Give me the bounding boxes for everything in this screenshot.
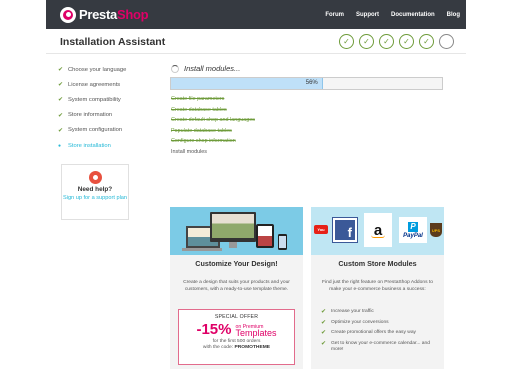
check-icon: ✔ <box>58 112 64 119</box>
task-item: Populate database tables <box>171 127 232 134</box>
step-done-icon: ✓ <box>419 34 434 49</box>
benefit-item: ✔ Create promotional offers the easy way <box>321 330 416 337</box>
support-plan-link[interactable]: Sign up for a support plan <box>62 195 128 202</box>
help-box: Need help? Sign up for a support plan <box>61 164 129 220</box>
task-item: Create file parameters <box>171 96 225 102</box>
benefit-item: ✔ Increase your traffic <box>321 309 374 315</box>
nav-blog-link[interactable]: Blog <box>447 12 460 18</box>
sidebar-item-language: ✔ Choose your language <box>58 66 127 74</box>
check-icon: ✔ <box>58 127 64 134</box>
check-icon: ✔ <box>321 341 327 348</box>
paypal-icon: P PayPal <box>399 217 427 243</box>
nav-documentation-link[interactable]: Documentation <box>391 12 435 18</box>
step-indicators: ✓ ✓ ✓ ✓ ✓ <box>339 34 454 49</box>
design-card-title: Customize Your Design! <box>195 259 278 268</box>
steps-sidebar: ✔ Choose your language ✔ License agreement… <box>58 62 168 153</box>
partners-banner: You f a P PayPal UPS <box>311 207 444 255</box>
benefits-list: ✔ Increase your traffic ✔ Optimize your co… <box>321 309 439 358</box>
lifebuoy-icon <box>88 171 102 184</box>
top-nav: Forum Support Documentation Blog <box>313 0 460 29</box>
spinner-icon <box>171 64 179 73</box>
bullet-icon: ● <box>58 142 62 149</box>
monitor-stand <box>229 242 237 248</box>
top-bar: PrestaShop Forum Support Documentation B… <box>0 0 512 29</box>
offer-target: on Premium Templates <box>235 323 277 338</box>
ups-icon: UPS <box>430 223 442 237</box>
sidebar-item-license: ✔ License agreements <box>58 81 121 89</box>
task-list: Create file parameters Create database t… <box>171 96 255 159</box>
check-icon: ✔ <box>321 319 327 326</box>
modules-card-text: Find just the right feature on PrestaSho… <box>322 280 433 292</box>
progress-fill: 56% <box>171 78 323 89</box>
task-item: Create default shop and languages <box>171 117 255 123</box>
task-item-current: Install modules <box>171 148 207 155</box>
check-icon: ✔ <box>58 67 64 74</box>
laptop-base <box>182 248 222 251</box>
prestashop-logo[interactable]: PrestaShop <box>60 6 149 23</box>
nav-support-link[interactable]: Support <box>356 12 379 18</box>
divider <box>46 53 466 54</box>
youtube-icon: You <box>314 225 328 234</box>
task-item: Create database tables <box>171 106 227 113</box>
promo-code: PROMOTHEME <box>234 345 271 351</box>
check-icon: ✔ <box>321 330 327 337</box>
devices-illustration <box>182 212 290 252</box>
offer-percent: -15% <box>196 321 232 338</box>
prestashop-logo-icon <box>60 6 76 23</box>
tablet-image <box>256 224 274 248</box>
step-done-icon: ✓ <box>339 34 354 49</box>
modules-promo-card: You f a P PayPal UPS Custom Store Modules… <box>311 207 444 369</box>
step-pending-icon <box>439 34 454 49</box>
offer-footer: for the first 500 orders with the code: … <box>202 339 271 351</box>
sidebar-item-system-config: ✔ System configuration <box>58 127 123 134</box>
amazon-icon: a <box>364 213 392 247</box>
check-icon: ✔ <box>58 97 64 104</box>
install-heading: Install modules... <box>171 64 240 73</box>
step-done-icon: ✓ <box>379 34 394 49</box>
sidebar-item-store-info: ✔ Store information <box>58 112 113 119</box>
modules-card-title: Custom Store Modules <box>338 259 417 268</box>
partner-logos: You f a P PayPal UPS <box>311 207 444 255</box>
help-title: Need help? <box>77 186 113 193</box>
logo-text: PrestaShop <box>79 7 149 22</box>
sidebar-item-store-installation: ● Store installation <box>58 142 111 149</box>
benefit-item: ✔ Get to know your e-commerce calendar...… <box>321 341 430 353</box>
step-done-icon: ✓ <box>359 34 374 49</box>
nav-forum-link[interactable]: Forum <box>325 12 344 18</box>
header: PrestaShop Forum Support Documentation B… <box>46 0 466 29</box>
step-done-icon: ✓ <box>399 34 414 49</box>
offer-main: -15% on Premium Templates <box>179 321 294 338</box>
progress-label: 56% <box>305 80 318 86</box>
design-card-text: Create a design that suits your products… <box>183 280 290 292</box>
devices-banner <box>170 207 303 255</box>
design-promo-card: Customize Your Design! Create a design t… <box>170 207 303 369</box>
progress-bar: 56% <box>170 77 443 90</box>
special-offer-box[interactable]: SPECIAL OFFER -15% on Premium Templates … <box>178 309 295 365</box>
check-icon: ✔ <box>321 309 327 315</box>
task-item: Configure shop information <box>171 138 236 144</box>
phone-image <box>278 234 287 250</box>
facebook-icon: f <box>332 217 358 243</box>
offer-heading: SPECIAL OFFER <box>214 314 259 320</box>
sidebar-item-compatibility: ✔ System compatibility <box>58 96 121 104</box>
benefit-item: ✔ Optimize your conversions <box>321 319 389 326</box>
page-title: Installation Assistant <box>60 36 166 48</box>
monitor-image <box>210 212 256 242</box>
check-icon: ✔ <box>58 82 64 89</box>
